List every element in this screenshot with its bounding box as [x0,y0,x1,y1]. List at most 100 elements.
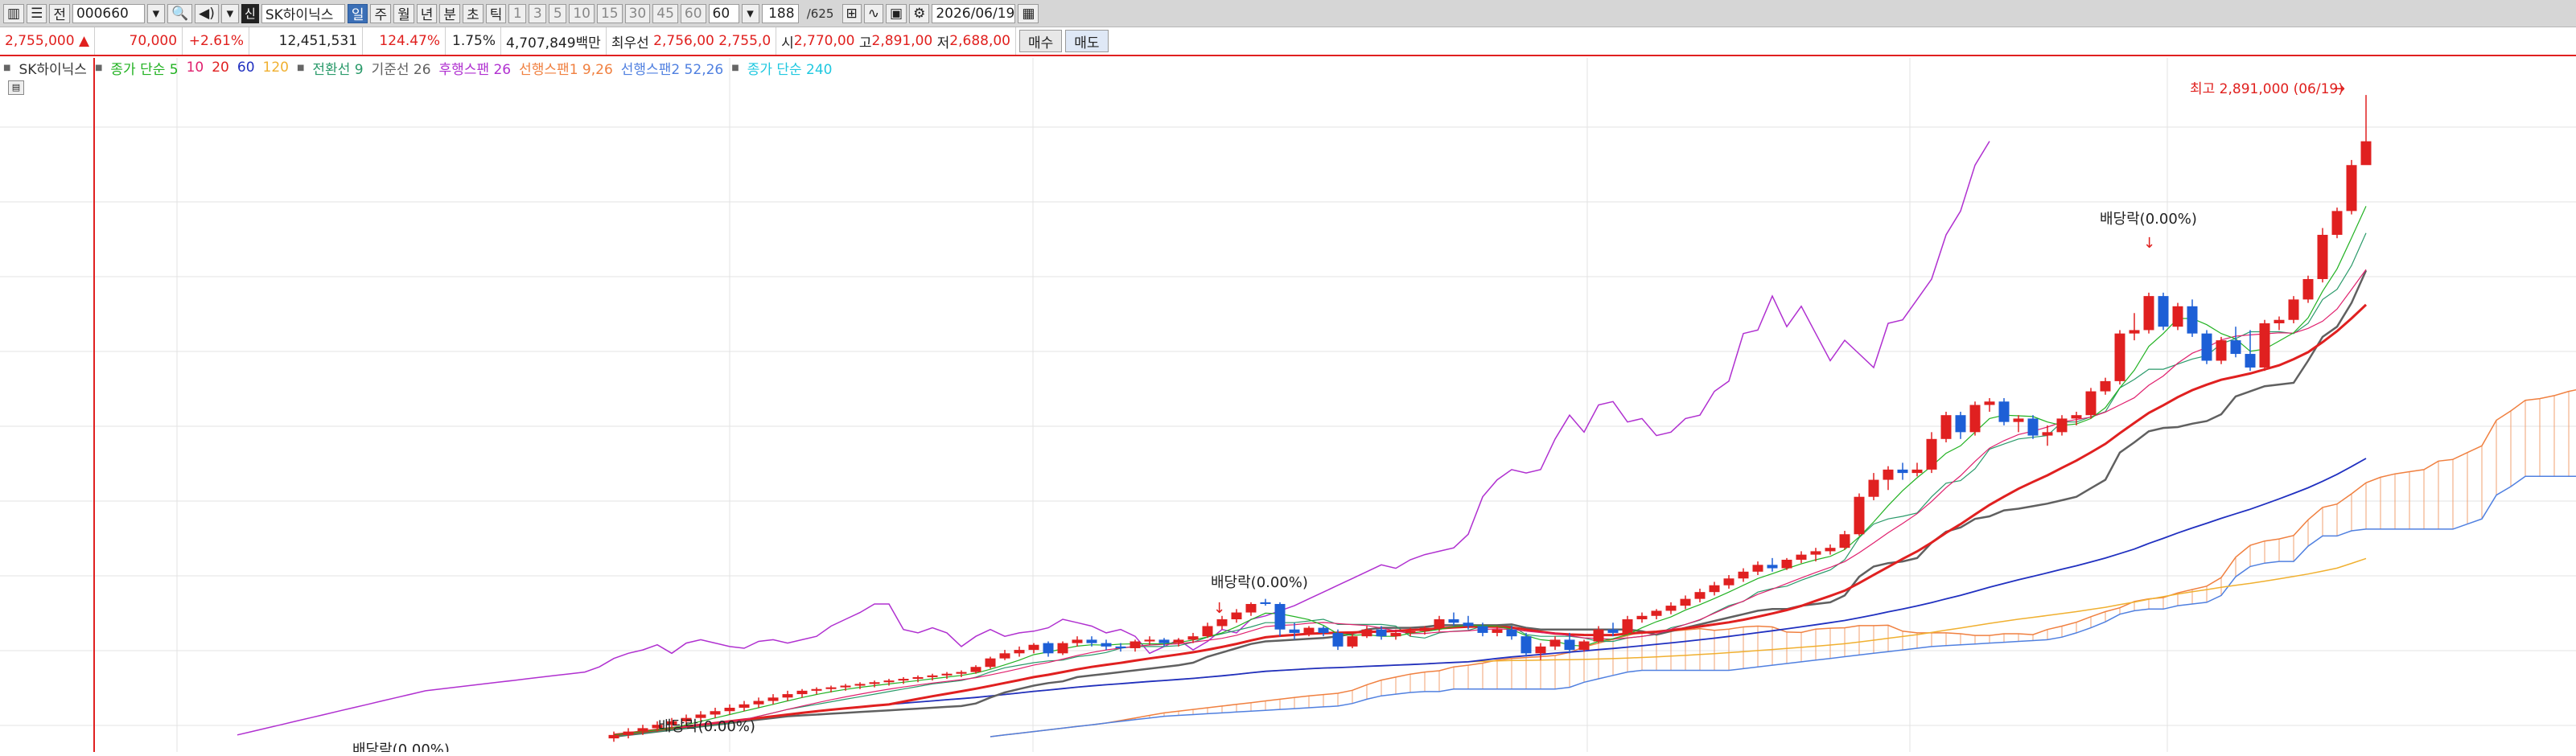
chart-svg: 최고 2,891,000 (06/19) → 배당락(0.00%) ↓ 배당락(… [0,58,2576,756]
legend-ma20[interactable]: 20 [212,60,229,76]
candle-body [1984,401,1995,405]
date-input[interactable]: 2026/06/19 [932,3,1016,23]
candle-body [2302,278,2314,300]
minute-10[interactable]: 10 [569,3,595,23]
dividend-label: 배당락(0.00%) [658,718,755,735]
minute-dropdown-icon[interactable]: ▾ [741,3,759,23]
legend-leading2[interactable]: 선행스팬2 52,26 [621,58,723,78]
minute-3[interactable]: 3 [529,3,547,23]
open-value: 2,770,00 [793,33,855,49]
candle-body [1072,639,1083,643]
settings-icon[interactable]: ⚙ [909,3,930,23]
sound-dropdown-icon[interactable]: ▾ [220,3,239,23]
calendar-icon[interactable]: ▦ [1018,3,1039,23]
candle-body [1911,469,1923,474]
minute-5[interactable]: 5 [549,3,567,23]
legend-ma120[interactable]: 120 [263,60,289,76]
candle-body [1390,632,1401,637]
indicator-lines [237,141,2576,738]
grid [0,58,2576,752]
legend-ma10[interactable]: 10 [187,60,204,76]
tab-week[interactable]: 주 [370,3,392,23]
tab-day[interactable]: 일 [347,3,368,23]
legend-stock-name[interactable]: SK하이닉스 [19,58,87,78]
minute-45[interactable]: 45 [652,3,678,23]
high-label: 고 [858,35,872,51]
candle-body [1057,643,1068,654]
candle-body [1868,479,1879,497]
save-icon[interactable]: ▣ [886,3,907,23]
candle-body [1216,619,1228,627]
volume-ratio: 124.47% [363,27,446,55]
leading-span-2-line [990,475,2576,738]
candle-body [999,653,1010,659]
candle-body [1318,627,1329,633]
minute-select[interactable]: 60 [708,3,739,23]
candle-body [1636,615,1648,620]
tab-tick[interactable]: 틱 [485,3,507,23]
candle-body [1578,641,1590,651]
dividend-label: 배당락(0.00%) [2100,211,2197,228]
minute-30[interactable]: 30 [624,3,651,23]
ma10-line [613,269,2367,736]
candle-body [2172,306,2183,327]
candle-body [1101,643,1112,647]
candle-body [1593,629,1604,642]
candle-body [1738,571,1749,579]
candle-body [1347,636,1358,647]
candle-body [2274,319,2285,323]
candle-body [1651,610,1662,616]
compare-icon[interactable]: ∿ [863,3,884,23]
minute-15[interactable]: 15 [596,3,623,23]
low-value: 2,688,00 [949,33,1010,49]
candle-body [1043,643,1054,654]
candle-body [912,676,924,680]
sound-icon[interactable]: ◀) [195,3,219,23]
candle-body [840,685,851,688]
dividend-label: 배당락(0.00%) [352,742,450,752]
trade-amount: 4,707,849백만 [501,27,607,55]
legend-ma5[interactable]: 종가 단순 5 [110,58,178,78]
candle-body [811,688,822,691]
tab-second[interactable]: 초 [463,3,484,23]
tab-minute[interactable]: 분 [439,3,461,23]
candle-body [2129,330,2140,334]
stock-name-field[interactable]: SK하이닉스 [261,3,345,23]
candle-body [898,679,909,681]
tab-year[interactable]: 년 [416,3,438,23]
annotations: 최고 2,891,000 (06/19) → 배당락(0.00%) ↓ 배당락(… [352,80,2345,756]
legend-ma240[interactable]: 종가 단순 240 [747,58,833,78]
buy-button[interactable]: 매수 [1019,30,1063,52]
legend-base[interactable]: 기준선 26 [372,58,431,78]
layout-icon[interactable]: ▥ [3,3,25,23]
candle-body [1622,619,1633,633]
tab-month[interactable]: 월 [393,3,414,23]
candle-body [1969,405,1981,433]
candle-body [1158,639,1170,643]
high-annotation: 최고 2,891,000 (06/19) [2190,81,2344,97]
chart-type-icon[interactable]: ⊞ [842,3,862,23]
chart-options-icon[interactable]: ▤ [8,80,24,95]
legend-leading1[interactable]: 선행스팬1 9,26 [519,58,613,78]
price-chart[interactable]: 최고 2,891,000 (06/19) → 배당락(0.00%) ↓ 배당락(… [0,58,2576,756]
candle-body [2071,415,2082,419]
code-dropdown-icon[interactable]: ▾ [146,3,165,23]
candle-body [2360,141,2372,166]
legend-conversion[interactable]: 전환선 9 [312,58,363,78]
code-input[interactable]: 000660 [72,3,145,23]
candle-body [2245,354,2256,368]
legend-ma60[interactable]: 60 [237,60,255,76]
sell-button[interactable]: 매도 [1065,30,1109,52]
mode-button[interactable]: 전 [49,3,70,23]
legend-lagging[interactable]: 후행스팬 26 [439,58,512,78]
search-icon[interactable]: 🔍 [167,3,193,23]
candle-body [1376,629,1387,637]
menu-icon[interactable]: ☰ [27,3,47,23]
candle-body [1260,602,1271,604]
dividend-arrow-icon: ↓ [1213,600,1225,617]
candle-body [956,672,967,674]
minute-1[interactable]: 1 [508,3,527,23]
minute-60[interactable]: 60 [680,3,706,23]
high-value: 2,891,00 [871,33,933,49]
count-input[interactable]: 188 [761,3,799,23]
